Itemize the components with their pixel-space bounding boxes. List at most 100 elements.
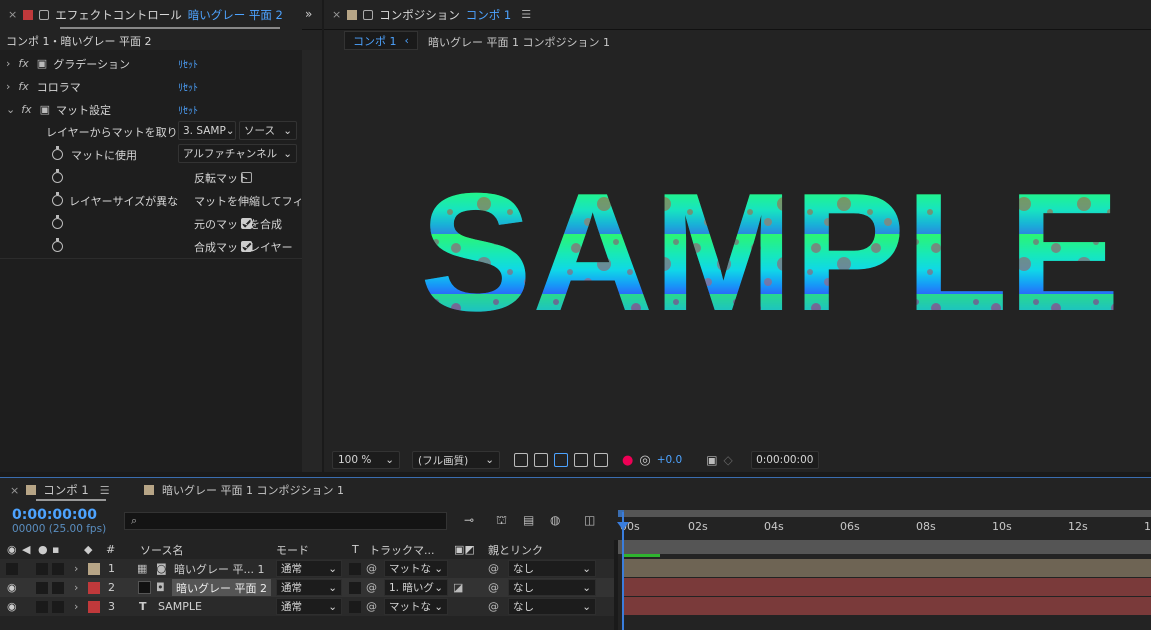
fx-icon[interactable]: fx [21, 103, 31, 116]
preserve-transparency-toggle[interactable] [349, 600, 361, 613]
eye-icon[interactable]: ◉ [7, 543, 17, 556]
exposure-reset-icon[interactable]: ◎ [639, 453, 650, 468]
label-tag-icon[interactable]: ◆ [84, 543, 92, 556]
playhead-handle[interactable] [617, 522, 629, 530]
current-time[interactable]: 0:00:00:00 [12, 507, 97, 523]
take-matte-layer-dropdown[interactable]: 3. SAMP ⌄ [178, 121, 236, 140]
menu-icon[interactable]: ☰ [521, 8, 531, 21]
solo-icon[interactable]: ● [38, 543, 48, 556]
effect-row-colorama[interactable]: › fx コロラマ ﾘｾｯﾄ [0, 75, 302, 98]
lock-toggle[interactable] [52, 581, 64, 594]
fx-icon[interactable]: fx [18, 57, 28, 70]
snapshot-icon[interactable]: ▣ [706, 453, 717, 467]
label-color[interactable] [88, 600, 100, 613]
comp-flowchart-icon[interactable]: ⊸ [464, 513, 474, 527]
motion-blur-icon[interactable]: ◍ [550, 513, 560, 527]
stopwatch-icon[interactable] [52, 192, 63, 206]
effect-row-set-matte[interactable]: ⌄ fx ▣ マット設定 ﾘｾｯﾄ [0, 98, 302, 121]
layer-row-1[interactable]: › 1 ▦ ◙ 暗いグレー 平... 1 通常 ⌄ @ マットな ⌄ @ なし ⌄ [0, 559, 614, 578]
parent-dropdown[interactable]: なし ⌄ [508, 560, 596, 577]
layer-row-2[interactable]: ◉ › 2 ◘ 暗いグレー 平面 2 通常 ⌄ @ 1. 暗いグ ⌄ ◪ @ なし ⌄ [0, 578, 614, 597]
mode-dropdown[interactable]: 通常 ⌄ [276, 598, 342, 615]
frame-blending-icon[interactable]: ▤ [523, 513, 534, 527]
draft-3d-icon[interactable]: ⛫ [496, 513, 507, 529]
chevron-right-icon[interactable]: › [6, 57, 10, 70]
resolution-dropdown[interactable]: (フル画質) ⌄ [412, 451, 500, 469]
pickwhip-icon[interactable]: @ [366, 581, 377, 594]
stopwatch-icon[interactable] [52, 169, 63, 183]
chevron-right-icon[interactable]: › [74, 600, 78, 613]
layer-name[interactable]: 暗いグレー 平面 2 [172, 579, 271, 596]
preserve-transparency-toggle[interactable] [349, 562, 361, 575]
reset-link[interactable]: ﾘｾｯﾄ [178, 102, 198, 117]
parent-pickwhip-icon[interactable]: @ [488, 562, 499, 575]
layer-bar-3[interactable] [623, 597, 1151, 615]
close-icon[interactable]: × [332, 8, 341, 21]
stopwatch-icon[interactable] [52, 146, 63, 160]
lock-toggle[interactable] [52, 562, 64, 575]
lock-icon[interactable] [39, 9, 50, 20]
solo-toggle[interactable] [36, 562, 48, 575]
expand-panel-icon[interactable]: » [305, 7, 312, 21]
menu-icon[interactable]: ☰ [100, 484, 110, 497]
matte-mode-icon[interactable]: ◪ [453, 581, 463, 594]
panel-scrollbar[interactable] [302, 50, 322, 472]
pickwhip-icon[interactable]: @ [366, 600, 377, 613]
tab-composition[interactable]: × コンポジション コンポ 1 ☰ [324, 0, 539, 30]
tab-effect-controls[interactable]: × エフェクトコントロール 暗いグレー 平面 2 [0, 0, 291, 30]
layer-search-input[interactable]: ⌕ [124, 512, 447, 530]
composition-viewer[interactable]: SAMPLE SAMPLE [324, 54, 1151, 444]
eye-icon[interactable]: ◉ [7, 600, 17, 613]
track-matte-dropdown[interactable]: マットな ⌄ [384, 598, 448, 615]
transparency-grid-icon[interactable] [534, 453, 548, 467]
mask-visibility-icon[interactable] [554, 453, 568, 467]
chevron-right-icon[interactable]: › [74, 562, 78, 575]
take-matte-source-dropdown[interactable]: ソース ⌄ [239, 121, 297, 140]
parent-pickwhip-icon[interactable]: @ [488, 600, 499, 613]
exposure-value[interactable]: +0.0 [657, 454, 683, 466]
fx-icon[interactable]: fx [18, 80, 28, 93]
switches-icon[interactable]: ▣◩ [454, 543, 475, 556]
channel-icon[interactable]: ● [622, 453, 633, 468]
lock-column-icon[interactable]: ▪ [52, 543, 59, 556]
comp-nav-other[interactable]: 暗いグレー 平面 1 コンポジション 1 [428, 34, 610, 50]
zoom-dropdown[interactable]: 100 % ⌄ [332, 451, 400, 469]
work-area-bar[interactable] [618, 540, 1151, 554]
effect-row-gradient[interactable]: › fx ▣ グラデーション ﾘｾｯﾄ [0, 52, 302, 75]
label-color[interactable] [88, 581, 100, 594]
region-of-interest-icon[interactable] [574, 453, 588, 467]
viewer-timecode[interactable]: 0:00:00:00 [750, 451, 819, 469]
reset-link[interactable]: ﾘｾｯﾄ [178, 56, 198, 71]
stopwatch-icon[interactable] [52, 238, 63, 252]
tab-timeline-precomp[interactable]: 暗いグレー 平面 1 コンポジション 1 [144, 478, 344, 502]
chevron-right-icon[interactable]: › [74, 581, 78, 594]
close-icon[interactable]: × [8, 8, 17, 21]
mode-dropdown[interactable]: 通常 ⌄ [276, 579, 342, 596]
visibility-toggle[interactable] [6, 562, 18, 575]
lock-icon[interactable] [363, 9, 374, 20]
track-matte-dropdown[interactable]: マットな ⌄ [384, 560, 448, 577]
track-matte-dropdown[interactable]: 1. 暗いグ ⌄ [384, 579, 448, 596]
mode-dropdown[interactable]: 通常 ⌄ [276, 560, 342, 577]
use-for-matte-dropdown[interactable]: アルファチャンネル ⌄ [178, 144, 297, 163]
comp-nav-current[interactable]: コンポ 1 ‹ [344, 31, 418, 50]
reset-link[interactable]: ﾘｾｯﾄ [178, 79, 198, 94]
layer-bar-1[interactable] [623, 559, 1151, 577]
layer-name[interactable]: 暗いグレー 平... 1 [174, 561, 264, 577]
time-ruler[interactable]: 00s 02s 04s 06s 08s 10s 12s 1 [618, 510, 1151, 538]
eye-icon[interactable]: ◉ [7, 581, 17, 594]
col-source-name[interactable]: ソース名 [140, 542, 183, 558]
parent-dropdown[interactable]: なし ⌄ [508, 598, 596, 615]
pickwhip-icon[interactable]: @ [366, 562, 377, 575]
graph-editor-icon[interactable]: ◫ [584, 513, 595, 527]
guides-icon[interactable] [594, 453, 608, 467]
audio-icon[interactable]: ◀ [22, 543, 30, 556]
layer-row-3[interactable]: ◉ › 3 T SAMPLE 通常 ⌄ @ マットな ⌄ @ なし ⌄ [0, 597, 614, 616]
stopwatch-icon[interactable] [52, 215, 63, 229]
chevron-right-icon[interactable]: › [6, 80, 10, 93]
layer-name[interactable]: SAMPLE [158, 600, 202, 613]
show-snapshot-icon[interactable]: ◇ [724, 453, 733, 467]
fast-preview-icon[interactable] [514, 453, 528, 467]
parent-dropdown[interactable]: なし ⌄ [508, 579, 596, 596]
close-icon[interactable]: × [10, 484, 19, 497]
